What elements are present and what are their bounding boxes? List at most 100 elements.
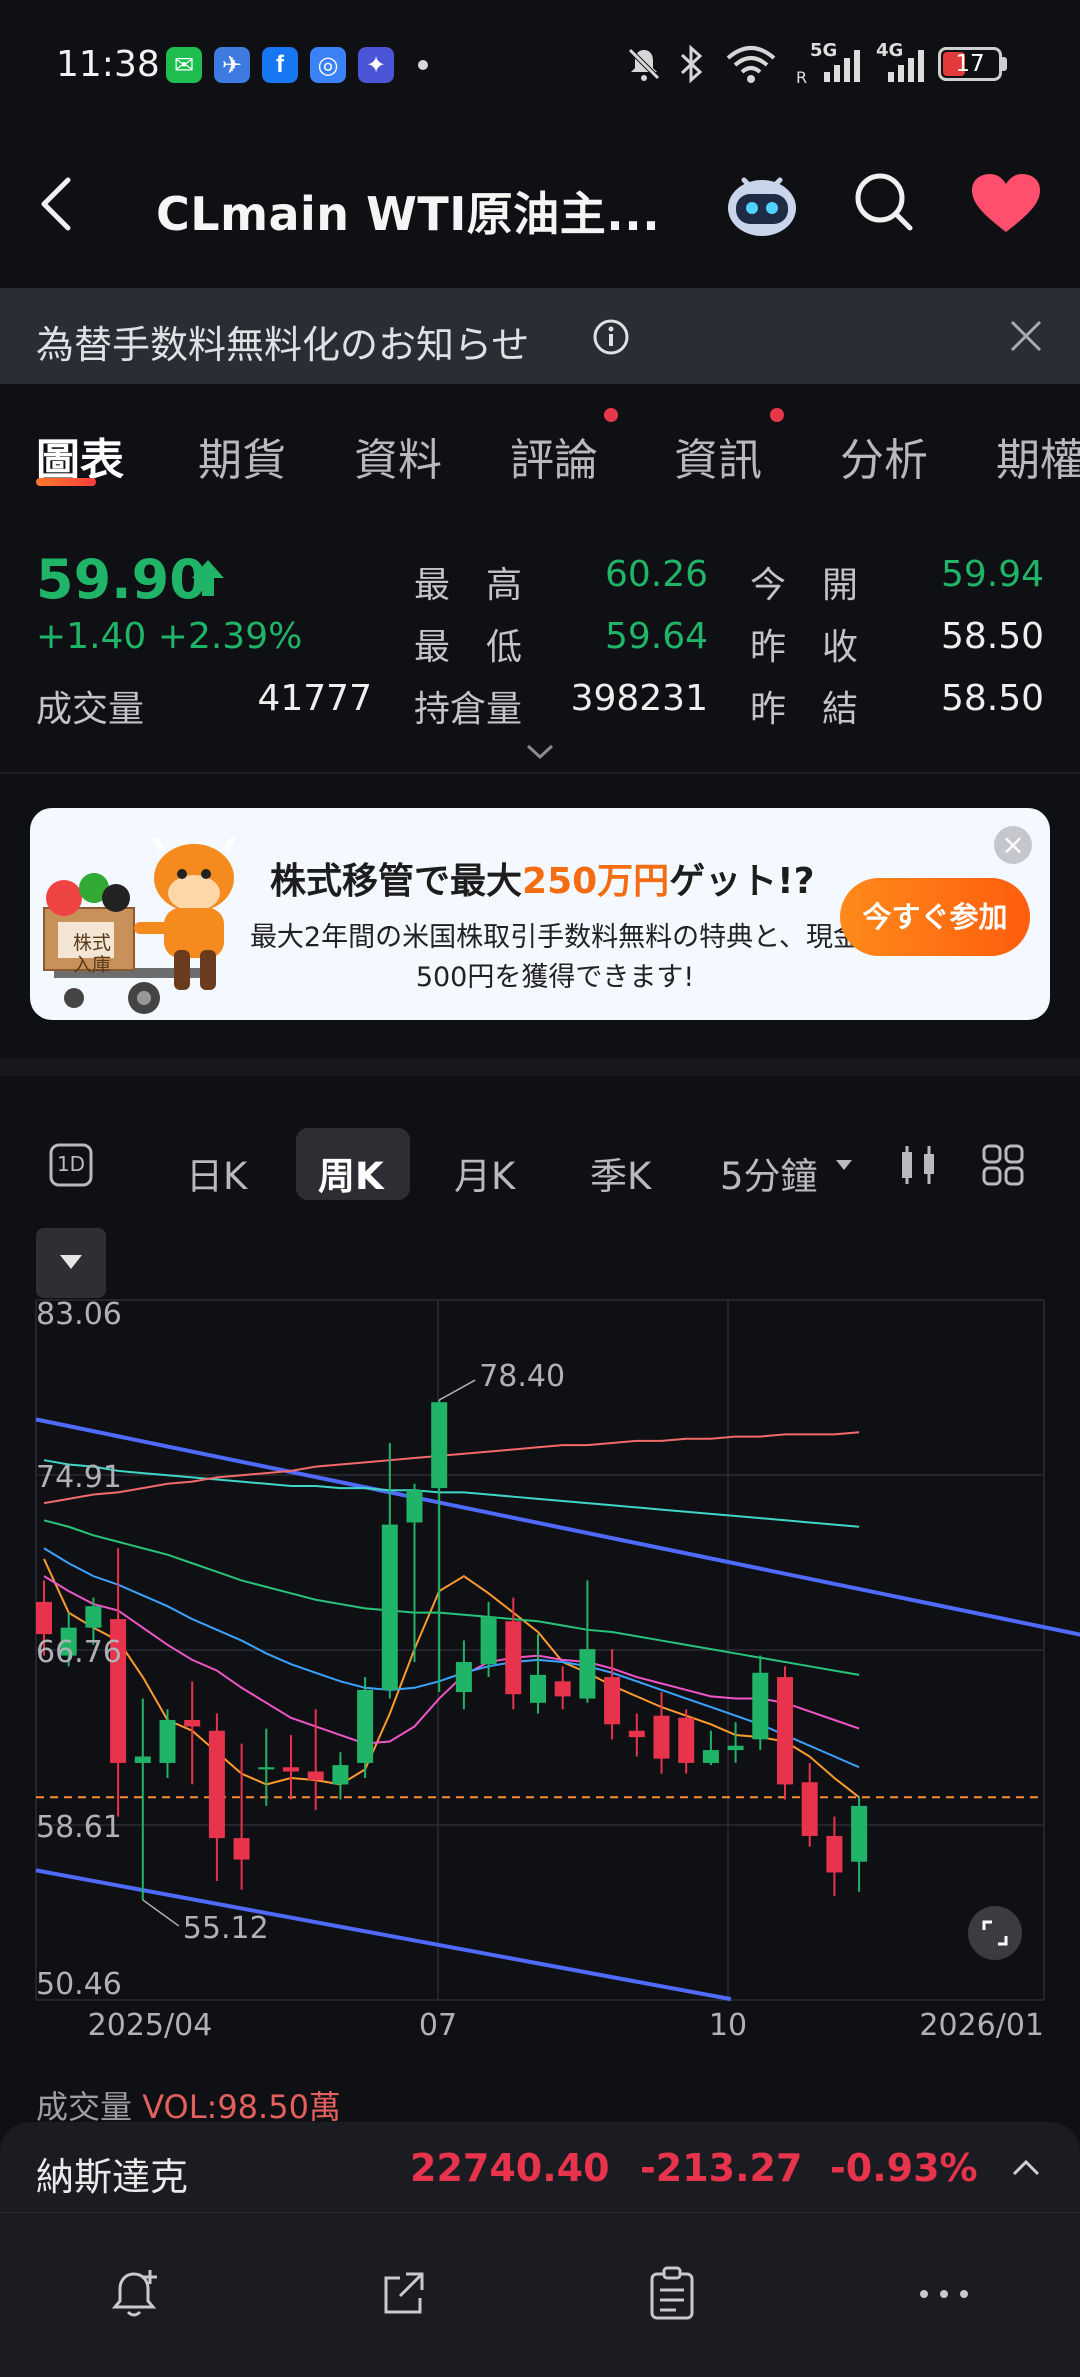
dropdown-arrow-icon[interactable] [834,1158,854,1172]
promo-banner[interactable]: 株式入庫 株式移管で最大250万円ゲット!? 最大2年間の米国株取引手数料無料の… [30,808,1050,1020]
travel-app-icon: ✈ [214,47,250,83]
tab-options[interactable]: 期權 [996,424,1080,488]
open-value: 59.94 [940,554,1044,595]
open-interest-value: 398231 [570,678,708,719]
browser-app-icon: ◎ [310,47,346,83]
candle-body [332,1765,349,1785]
y-tick-label: 83.06 [36,1297,122,1332]
candle-body [752,1672,769,1740]
moving-average-lines [36,1431,1044,1799]
trend-line [35,1417,1080,1637]
banner-description: 最大2年間の米国株取引手数料無料の特典と、現金500円を獲得できます! [249,922,861,993]
alert-add-icon[interactable] [108,2266,164,2322]
candle-body [851,1805,868,1862]
candle-body [653,1715,670,1759]
fullscreen-icon[interactable] [980,1918,1010,1948]
prev-settle-label: 昨 結 [750,689,859,730]
candle-body [628,1730,645,1738]
candle-body [604,1677,621,1725]
banner-title: 株式移管で最大250万円ゲット!? [270,852,814,904]
trend-line [35,1868,732,2002]
max-annotation-label: 78.40 [479,1359,565,1394]
search-icon[interactable] [852,170,916,234]
index-name[interactable]: 納斯達克 [36,2146,188,2201]
tab-comments[interactable]: 評論 [510,424,598,488]
kline-chart[interactable]: 83.06 74.91 66.76 58.61 50.46 2025/04 07 10 2026… [0,1240,1080,2040]
candle-body [579,1649,596,1699]
chevron-up-icon[interactable] [1010,2156,1042,2178]
x-tick-label: 2025/04 [88,2008,213,2040]
wifi-icon [726,46,776,83]
chart-grid [35,1299,1045,2001]
candle-body [233,1838,250,1860]
last-price: 59.90 [36,548,207,611]
low-value: 59.64 [604,616,708,657]
close-icon[interactable] [1008,318,1044,354]
candle-body [431,1402,448,1489]
candle-body [184,1720,201,1727]
volume-label: 成交量 [36,689,145,730]
notes-icon[interactable] [644,2264,700,2322]
candle-style-icon[interactable] [896,1142,940,1188]
back-icon[interactable] [34,174,78,234]
period-quarter[interactable]: 季K [590,1146,651,1200]
tab-analysis[interactable]: 分析 [840,424,928,488]
tab-data[interactable]: 資料 [354,424,442,488]
notification-dot [418,60,428,70]
mute-icon [628,48,660,81]
candle-body [134,1756,151,1763]
min-annotation-line [142,1899,180,1927]
candle-body [727,1745,744,1751]
tab-news-dot [770,408,784,422]
status-bar: 11:38 ✉ ✈ f ◎ ✦ R 5G 4G 17 [0,0,1080,130]
max-annotation-line [438,1379,476,1401]
candle-body [702,1750,719,1763]
candle-body [258,1767,275,1770]
high-label: 最 高 [414,565,523,606]
low-label: 最 低 [414,627,523,668]
info-icon[interactable] [592,318,630,356]
period-day[interactable]: 日K [186,1146,247,1200]
tab-news[interactable]: 資訊 [674,424,762,488]
candle-body [307,1771,324,1781]
open-label: 今 開 [750,565,859,606]
more-icon[interactable] [916,2282,972,2306]
price-change-pct: +2.39% [157,616,303,657]
candle-body [159,1720,176,1763]
tieba-app-icon: ✦ [358,47,394,83]
battery-level: 17 [955,51,985,77]
prev-close-value: 58.50 [940,616,1044,657]
bluetooth-icon [680,44,703,84]
candle-body [208,1730,225,1839]
volume-indicator-name: 成交量 [36,2088,133,2126]
banner-close-icon[interactable]: × [994,826,1032,864]
y-tick-label: 74.91 [36,1460,122,1495]
open-interest-label: 持倉量 [414,689,523,730]
expand-chevron-icon[interactable] [524,742,556,762]
high-value: 60.26 [604,554,708,595]
one-day-label[interactable]: 1D [48,1152,94,1176]
prev-close-label: 昨 收 [750,627,859,668]
chart-menu-arrow-icon[interactable] [58,1252,84,1272]
notice-text[interactable]: 為替手数料無料化のお知らせ [36,314,529,369]
section-divider [0,1058,1080,1076]
tab-futures[interactable]: 期貨 [198,424,286,488]
period-minute[interactable]: 5分鐘 [720,1146,818,1200]
x-tick-label: 10 [709,2008,747,2040]
index-change: -213.27 [640,2146,803,2190]
join-now-button[interactable]: 今すぐ参加 [840,878,1030,956]
period-week[interactable]: 周K [318,1146,384,1200]
price-change: +1.40 +2.39% [36,616,302,657]
tab-active-indicator [36,478,96,486]
wechat-icon: ✉ [166,47,202,83]
grid-layout-icon[interactable] [980,1142,1026,1188]
y-tick-label: 50.46 [36,1967,122,2002]
share-icon[interactable] [376,2266,432,2322]
favorite-heart-icon[interactable] [970,172,1042,236]
period-month[interactable]: 月K [454,1146,515,1200]
index-change-pct: -0.93% [830,2146,978,2190]
robot-assistant-icon[interactable] [722,170,802,240]
price-up-arrow-icon [192,560,224,596]
candle-body [85,1606,102,1628]
battery-icon: 17 [938,47,1002,81]
